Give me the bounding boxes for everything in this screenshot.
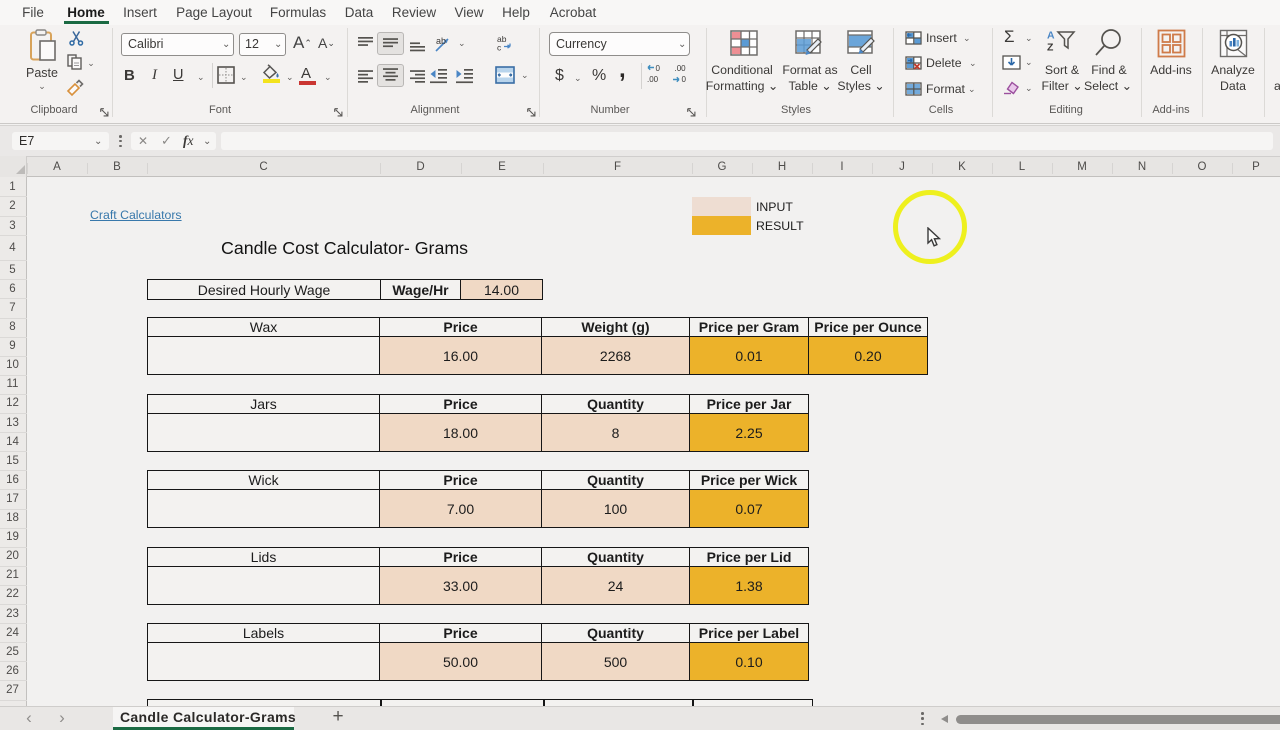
svg-text:A: A xyxy=(1047,30,1055,42)
svg-text:0: 0 xyxy=(682,75,687,84)
svg-text:Z: Z xyxy=(1047,42,1054,54)
svg-text:.00: .00 xyxy=(675,64,687,73)
svg-text:ab: ab xyxy=(436,36,446,46)
svg-text:.00: .00 xyxy=(647,75,659,84)
svg-text:0: 0 xyxy=(656,64,661,73)
